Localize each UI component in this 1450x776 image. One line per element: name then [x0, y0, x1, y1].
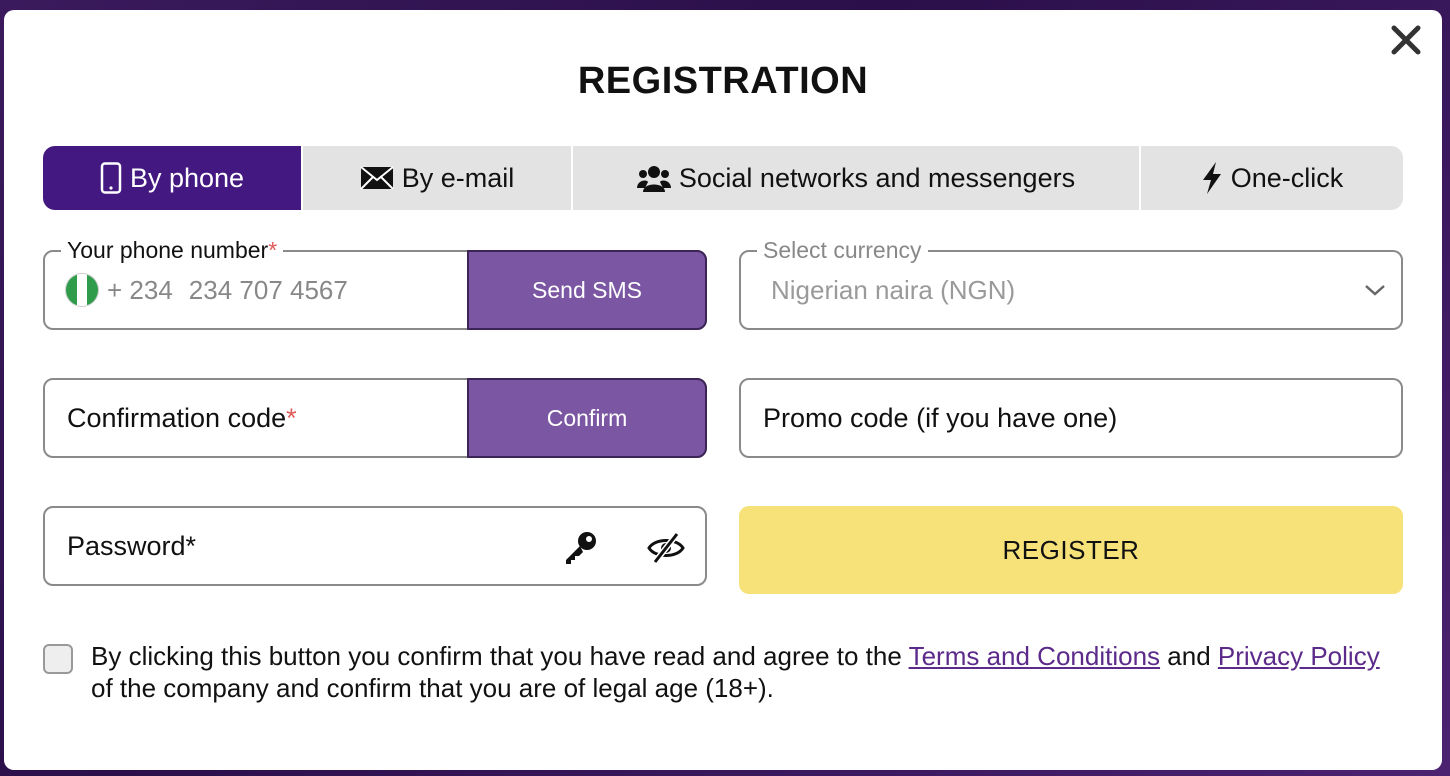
- tab-label: Social networks and messengers: [678, 162, 1076, 193]
- agree-checkbox[interactable]: [43, 644, 73, 674]
- phone-field[interactable]: Your phone number* + 234 234 707 4567 Se…: [43, 236, 707, 330]
- agreement-text: By clicking this button you confirm that…: [91, 641, 1380, 703]
- register-button[interactable]: REGISTER: [739, 506, 1403, 594]
- promo-code-field[interactable]: Promo code (if you have one): [739, 378, 1403, 458]
- agreement-section: By clicking this button you confirm that…: [43, 640, 1403, 704]
- confirmation-code-field[interactable]: Confirmation code * Confirm: [43, 378, 707, 458]
- chevron-down-icon: [1365, 285, 1385, 296]
- envelope-icon: [360, 166, 394, 190]
- tab-label: By phone: [129, 162, 245, 193]
- phone-placeholder: 234 707 4567: [188, 274, 348, 305]
- registration-modal: REGISTRATION By phone By e-mail Social n…: [4, 10, 1442, 770]
- page-title: REGISTRATION: [577, 60, 869, 102]
- promo-code-label: Promo code (if you have one): [763, 402, 1118, 433]
- password-field[interactable]: Password*: [43, 506, 707, 586]
- lightning-icon: [1202, 162, 1221, 194]
- tab-social-networks[interactable]: Social networks and messengers: [573, 146, 1141, 210]
- users-icon: [636, 166, 671, 192]
- tab-label: By e-mail: [401, 162, 515, 193]
- password-label: Password*: [67, 530, 197, 561]
- key-icon[interactable]: [563, 530, 599, 566]
- registration-tabs: By phone By e-mail Social networks and m…: [43, 146, 1403, 210]
- currency-value: Nigerian naira (NGN): [771, 274, 1016, 305]
- country-code: + 234: [107, 274, 173, 305]
- nigeria-flag-icon[interactable]: [65, 273, 99, 307]
- send-sms-button[interactable]: Send SMS: [467, 250, 707, 330]
- confirmation-code-label: Confirmation code *: [67, 402, 297, 433]
- eye-slash-icon[interactable]: [647, 530, 685, 566]
- smartphone-icon: [100, 162, 122, 194]
- tab-label: One-click: [1230, 162, 1344, 193]
- phone-input[interactable]: + 234 234 707 4567: [65, 252, 348, 328]
- currency-select[interactable]: Select currency Nigerian naira (NGN): [739, 236, 1403, 330]
- privacy-link[interactable]: Privacy Policy: [1218, 641, 1380, 671]
- close-icon[interactable]: [1390, 24, 1422, 56]
- terms-link[interactable]: Terms and Conditions: [909, 641, 1160, 671]
- confirm-button[interactable]: Confirm: [467, 378, 707, 458]
- tab-one-click[interactable]: One-click: [1141, 146, 1403, 210]
- tab-by-phone[interactable]: By phone: [43, 146, 303, 210]
- tab-by-email[interactable]: By e-mail: [303, 146, 573, 210]
